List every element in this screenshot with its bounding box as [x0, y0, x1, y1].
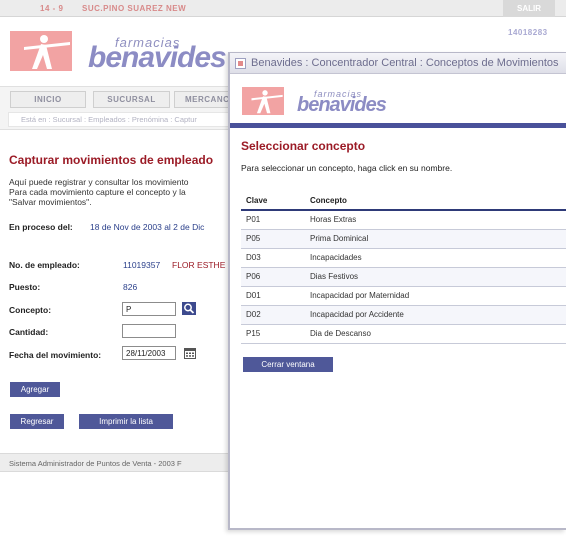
position-value: 826 [123, 282, 138, 292]
close-window-button[interactable]: Cerrar ventana [243, 357, 333, 372]
logo-mark-icon [10, 31, 72, 71]
column-header-concept: Concepto [305, 192, 566, 211]
concept-name[interactable]: Horas Extras [305, 210, 566, 230]
logo-text-big: benavides [88, 41, 227, 74]
popup-instructions: Para seleccionar un concepto, haga click… [241, 163, 453, 173]
logo-text-big: benavides [297, 94, 387, 116]
intro-text: "Salvar movimientos". [9, 197, 92, 207]
table-row[interactable]: P06 Dias Festivos [241, 267, 566, 287]
concept-code: P15 [241, 324, 305, 344]
exit-button[interactable]: SALIR [503, 0, 555, 17]
window-title: Benavides : Concentrador Central : Conce… [251, 57, 559, 69]
concept-name[interactable]: Incapacidad por Maternidad [305, 286, 566, 306]
table-row[interactable]: P05 Prima Dominical [241, 229, 566, 249]
quantity-label: Cantidad: [9, 327, 49, 337]
table-row[interactable]: D01 Incapacidad por Maternidad [241, 286, 566, 306]
table-row[interactable]: D02 Incapacidad por Accidente [241, 305, 566, 325]
branch-name: SUC.PINO SUAREZ NEW [82, 4, 187, 13]
print-list-button[interactable]: Imprimir la lista [79, 414, 173, 429]
store-code: 14 - 9 [40, 4, 64, 13]
concept-code: D02 [241, 305, 305, 325]
table-row[interactable]: D03 Incapacidades [241, 248, 566, 268]
session-id: 14018283 [508, 28, 548, 37]
concept-code: D01 [241, 286, 305, 306]
header-divider [230, 123, 566, 128]
concept-table: Clave Concepto P01 Horas Extras P05 Prim… [241, 192, 566, 344]
column-header-code: Clave [241, 192, 305, 211]
tab-mercancia[interactable]: MERCANC [174, 91, 234, 108]
benavides-logo: farmacias benavides [242, 87, 392, 117]
period-value: 18 de Nov de 2003 al 2 de Dic [90, 222, 205, 232]
search-icon[interactable] [182, 302, 196, 315]
table-header-row: Clave Concepto [241, 192, 566, 211]
add-button[interactable]: Agregar [10, 382, 60, 397]
period-label: En proceso del: [9, 222, 73, 232]
movement-date-input[interactable] [122, 346, 176, 360]
quantity-input[interactable] [122, 324, 176, 338]
intro-text: Aquí puede registrar y consultar los mov… [9, 177, 189, 187]
concept-name[interactable]: Prima Dominical [305, 229, 566, 249]
employee-name: FLOR ESTHE [172, 260, 226, 270]
calendar-icon[interactable] [184, 348, 196, 359]
movement-date-label: Fecha del movimiento: [9, 350, 102, 360]
concept-code: P01 [241, 210, 305, 230]
position-label: Puesto: [9, 282, 41, 292]
concept-name[interactable]: Dia de Descanso [305, 324, 566, 344]
concept-code: P06 [241, 267, 305, 287]
logo-mark-icon [242, 87, 284, 115]
table-row[interactable]: P15 Dia de Descanso [241, 324, 566, 344]
concept-name[interactable]: Dias Festivos [305, 267, 566, 287]
intro-text: Para cada movimiento capture el concepto… [9, 187, 186, 197]
concept-name[interactable]: Incapacidades [305, 248, 566, 268]
window-titlebar[interactable]: Benavides : Concentrador Central : Conce… [230, 53, 566, 74]
top-bar: 14 - 9 SUC.PINO SUAREZ NEW SALIR [0, 0, 566, 17]
breadcrumb: Está en : Sucursal : Empleados : Prenómi… [8, 112, 234, 127]
tab-sucursal[interactable]: SUCURSAL [93, 91, 170, 108]
window-favicon-icon [235, 58, 246, 69]
back-button[interactable]: Regresar [10, 414, 64, 429]
employee-number-label: No. de empleado: [9, 260, 80, 270]
concept-code: D03 [241, 248, 305, 268]
benavides-logo: farmacias benavides [10, 31, 227, 74]
concept-label: Concepto: [9, 305, 52, 315]
concept-code: P05 [241, 229, 305, 249]
concept-name[interactable]: Incapacidad por Accidente [305, 305, 566, 325]
table-row[interactable]: P01 Horas Extras [241, 210, 566, 230]
popup-heading: Seleccionar concepto [241, 139, 366, 153]
footer-text: Sistema Administrador de Puntos de Venta… [9, 459, 182, 468]
concept-selector-window: Benavides : Concentrador Central : Conce… [228, 52, 566, 530]
employee-number: 11019357 [123, 260, 161, 270]
tab-inicio[interactable]: INICIO [10, 91, 86, 108]
concept-input[interactable] [122, 302, 176, 316]
page-title: Capturar movimientos de empleado [9, 153, 214, 167]
